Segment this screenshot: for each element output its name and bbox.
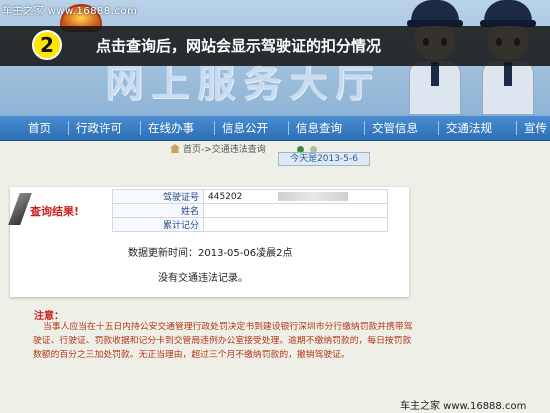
- data-update-time: 数据更新时间：2013-05-06凌晨2点: [128, 248, 293, 259]
- result-heading-text: 查询结果!: [30, 205, 80, 218]
- row-value-name: [203, 203, 388, 218]
- breadcrumb-text[interactable]: 首页->交通违法查询: [183, 142, 266, 155]
- redacted-license-digits: [278, 192, 348, 201]
- row-key-license-number: 驾驶证号: [112, 189, 204, 204]
- nav-item-publicity[interactable]: 宣传: [516, 116, 550, 140]
- row-value-points: [203, 217, 388, 232]
- breadcrumb: 首页->交通违法查询: [170, 142, 266, 155]
- watermark-bottom: 车主之家 www.16888.com: [400, 401, 527, 412]
- notice-body: 当事人应当在十五日内持公安交通管理行政处罚决定书到建设银行深圳市分行缴纳罚款并携…: [33, 322, 413, 360]
- row-key-name: 姓名: [112, 203, 204, 218]
- nav-item-admin-permit[interactable]: 行政许可: [68, 116, 140, 140]
- nav-item-home[interactable]: 首页: [0, 116, 68, 140]
- table-row: 累计记分: [112, 217, 388, 232]
- today-date-label: 今天是2013-5-6: [278, 152, 370, 166]
- nav-item-traffic-info[interactable]: 交管信息: [364, 116, 438, 140]
- step-number-badge: 2: [32, 30, 62, 60]
- nav-item-traffic-law[interactable]: 交通法规: [438, 116, 516, 140]
- main-nav: 首页 行政许可 在线办事 信息公开 信息查询 交管信息 交通法规 宣传: [0, 115, 550, 141]
- watermark-top: 车主之家 www.16888.com: [2, 6, 138, 17]
- home-icon: [170, 144, 180, 153]
- nav-item-info-query[interactable]: 信息查询: [288, 116, 364, 140]
- nav-item-info-public[interactable]: 信息公开: [214, 116, 288, 140]
- nav-item-online-service[interactable]: 在线办事: [140, 116, 214, 140]
- no-violation-message: 没有交通违法记录。: [158, 273, 248, 284]
- table-row: 姓名: [112, 203, 388, 218]
- query-result-panel: 查询结果! 驾驶证号 445202 姓名 累计记分 数据更新时间：2013-05…: [8, 187, 409, 297]
- pen-icon: [8, 193, 32, 225]
- step-caption-text: 点击查询后，网站会显示驾驶证的扣分情况: [96, 37, 382, 55]
- result-heading: 查询结果!: [8, 193, 98, 225]
- row-key-points: 累计记分: [112, 217, 204, 232]
